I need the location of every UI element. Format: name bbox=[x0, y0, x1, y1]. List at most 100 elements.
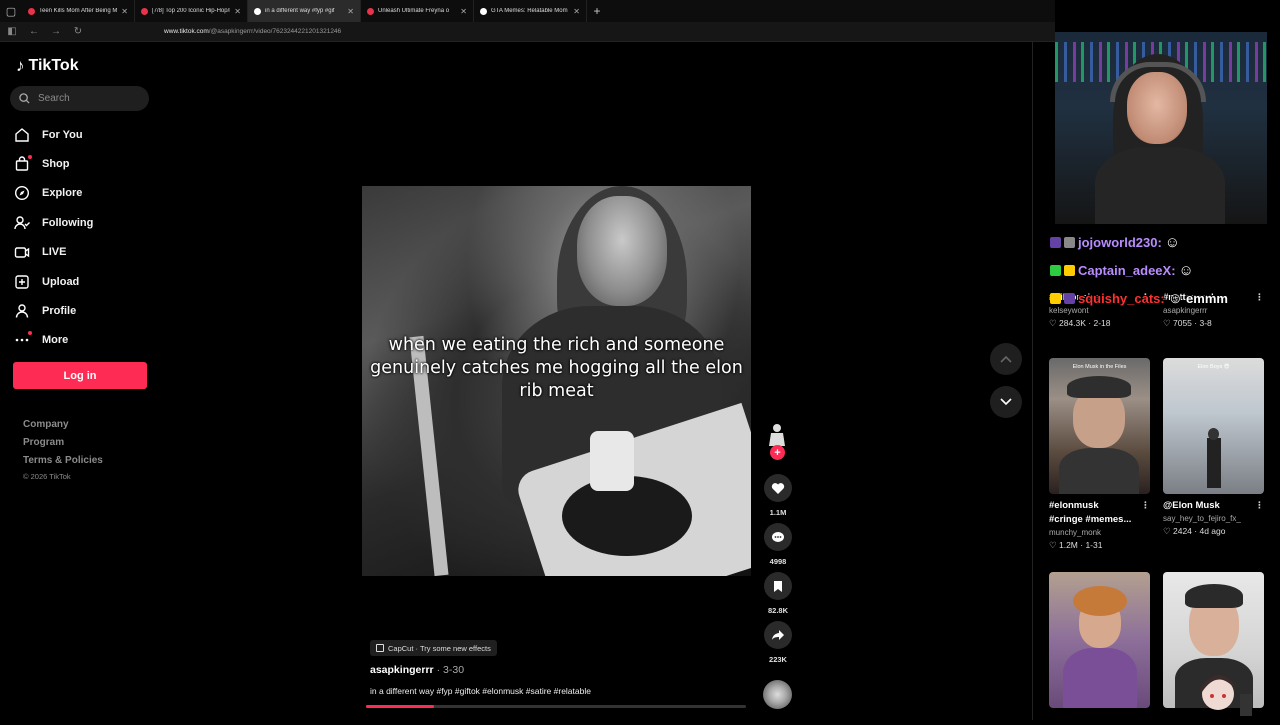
next-video-button[interactable] bbox=[990, 386, 1022, 418]
stream-chat-overlay: jojoworld230: ☺ Captain_adeeX: ☺ squishy… bbox=[1050, 228, 1280, 312]
video-thumbnail: Elon Musk in the Files bbox=[1049, 358, 1150, 494]
rec-likes: 1.2M bbox=[1058, 540, 1078, 550]
sidebar-nav: For You Shop Explore Following LIVE Uplo… bbox=[14, 120, 93, 355]
search-icon bbox=[19, 93, 30, 104]
music-disc[interactable] bbox=[763, 680, 792, 709]
sidebar-toggle-icon[interactable]: ◧ bbox=[6, 26, 18, 37]
chat-message: jojoworld230: ☺ bbox=[1050, 228, 1280, 256]
new-tab-button[interactable]: + bbox=[587, 4, 607, 18]
following-icon bbox=[14, 215, 30, 231]
sidebar-item-explore[interactable]: Explore bbox=[14, 179, 93, 208]
browser-tab-3[interactable]: in a different way #fyp #gif ✕ bbox=[248, 0, 361, 22]
comment-icon bbox=[772, 531, 784, 542]
crown-badge-icon bbox=[1064, 264, 1075, 276]
close-icon[interactable]: ✕ bbox=[347, 7, 354, 16]
follow-button[interactable]: + bbox=[770, 445, 785, 460]
bookmark-icon bbox=[774, 580, 782, 592]
video-author[interactable]: asapkingerrr · 3-30 bbox=[370, 664, 464, 676]
footer-link-program[interactable]: Program bbox=[23, 434, 103, 452]
face-emote-icon: ☺ bbox=[1167, 289, 1184, 307]
login-button[interactable]: Log in bbox=[13, 362, 147, 389]
rec-date: 2-18 bbox=[1093, 318, 1111, 328]
sidebar-item-shop[interactable]: Shop bbox=[14, 149, 93, 178]
streamer-webcam bbox=[1055, 32, 1267, 224]
search-input[interactable]: Search bbox=[10, 86, 149, 111]
sub-badge-icon bbox=[1064, 236, 1075, 248]
footer-link-company[interactable]: Company bbox=[23, 416, 103, 434]
rec-likes: 7055 bbox=[1172, 318, 1192, 328]
url-field[interactable]: www.tiktok.com/@asapkingerrr/video/76232… bbox=[164, 28, 341, 35]
rec-author: munchy_monk bbox=[1049, 528, 1102, 537]
tiktok-logo[interactable]: ♪ TikTok bbox=[16, 56, 79, 76]
creator-avatar[interactable]: + bbox=[762, 420, 794, 462]
browser-tab-4[interactable]: Unleash Ultimate Freyna o ✕ bbox=[361, 0, 474, 22]
anime-sticker-icon bbox=[1196, 664, 1256, 720]
more-options-icon[interactable]: ⋮ bbox=[1141, 500, 1150, 511]
previous-video-button[interactable] bbox=[990, 343, 1022, 375]
close-icon[interactable]: ✕ bbox=[573, 7, 580, 16]
twitch-badge-icon bbox=[1050, 236, 1061, 248]
rec-stats: ♡ 2424 · 4d ago bbox=[1163, 526, 1226, 536]
browser-tab-5[interactable]: GTA Memes: Relatable Mom ✕ bbox=[474, 0, 587, 22]
sidebar-item-label: Profile bbox=[42, 305, 77, 318]
video-progress-bar[interactable] bbox=[366, 705, 746, 708]
more-options-icon[interactable]: ⋮ bbox=[1255, 500, 1264, 511]
share-button[interactable]: 223K bbox=[762, 621, 794, 667]
footer-link-terms[interactable]: Terms & Policies bbox=[23, 452, 103, 470]
sidebar-item-more[interactable]: More bbox=[14, 326, 93, 355]
home-icon bbox=[14, 127, 30, 143]
back-icon[interactable]: ← bbox=[28, 26, 40, 37]
progress-fill bbox=[366, 705, 435, 708]
more-icon bbox=[14, 331, 32, 348]
close-icon[interactable]: ✕ bbox=[234, 7, 241, 16]
sidebar-item-upload[interactable]: Upload bbox=[14, 267, 93, 296]
capcut-icon bbox=[376, 644, 384, 652]
divider bbox=[1032, 42, 1033, 720]
video-player[interactable]: when we eating the rich and someone genu… bbox=[362, 186, 751, 576]
video-thumbnail bbox=[1049, 572, 1150, 708]
like-button[interactable]: 1.1M bbox=[762, 474, 794, 520]
sidebar-item-for-you[interactable]: For You bbox=[14, 120, 93, 149]
recommended-video-5[interactable] bbox=[1049, 572, 1150, 708]
browser-tab-bar: ▢ Teen Kills Mom After Being Mi ✕ [7/8] … bbox=[0, 0, 1055, 22]
sidebar-item-live[interactable]: LIVE bbox=[14, 238, 93, 267]
browser-tab-1[interactable]: Teen Kills Mom After Being Mi ✕ bbox=[22, 0, 135, 22]
video-thumbnail: Elon Boys 😎 bbox=[1163, 358, 1264, 494]
sidebar-item-profile[interactable]: Profile bbox=[14, 296, 93, 325]
chevron-up-icon bbox=[1000, 355, 1012, 363]
reload-icon[interactable]: ↻ bbox=[72, 26, 84, 37]
rec-likes: 2424 bbox=[1172, 526, 1192, 536]
browser-tab-2[interactable]: [7/8] Top 200 Iconic Hip-Hop/R ✕ bbox=[135, 0, 248, 22]
video-description: in a different way #fyp #giftok #elonmus… bbox=[370, 686, 591, 696]
chat-message: Captain_adeeX: ☺ bbox=[1050, 256, 1280, 284]
tab-title: GTA Memes: Relatable Mom bbox=[491, 8, 568, 14]
rec-stats: ♡ 1.2M · 1-31 bbox=[1049, 540, 1103, 550]
rec-title: #elonmusk bbox=[1049, 500, 1099, 511]
recommended-video-3[interactable]: Elon Musk in the Files #elonmusk ⋮ #cring… bbox=[1049, 358, 1150, 551]
effect-tag[interactable]: CapCut · Try some new effects bbox=[370, 640, 497, 656]
shopping-bag-icon bbox=[14, 155, 32, 172]
rec-date: 4d ago bbox=[1199, 526, 1226, 536]
sidebar-item-label: More bbox=[42, 334, 69, 347]
youtube-icon bbox=[141, 7, 148, 15]
search-placeholder: Search bbox=[38, 93, 70, 104]
author-name: asapkingerrr bbox=[370, 664, 434, 676]
heart-icon bbox=[771, 482, 785, 494]
close-icon[interactable]: ✕ bbox=[121, 7, 128, 16]
tab-list-icon[interactable]: ▢ bbox=[0, 0, 22, 22]
sidebar-item-following[interactable]: Following bbox=[14, 208, 93, 237]
badge-icon bbox=[1050, 264, 1061, 276]
comment-button[interactable]: 4998 bbox=[762, 523, 794, 569]
profile-icon bbox=[14, 303, 30, 319]
tab-title: in a different way #fyp #gif bbox=[265, 8, 335, 14]
recommended-video-4[interactable]: Elon Boys 😎 @Elon Musk ⋮ say_hey_to_fejir… bbox=[1163, 358, 1264, 537]
rec-date: 3-8 bbox=[1199, 318, 1212, 328]
save-button[interactable]: 82.8K bbox=[762, 572, 794, 618]
close-icon[interactable]: ✕ bbox=[460, 7, 467, 16]
forward-icon[interactable]: → bbox=[50, 26, 62, 37]
sidebar-item-label: For You bbox=[42, 128, 83, 141]
tiktok-icon bbox=[254, 7, 261, 15]
share-icon bbox=[772, 630, 784, 640]
share-count: 223K bbox=[769, 655, 787, 664]
effect-label: CapCut · Try some new effects bbox=[388, 643, 491, 653]
